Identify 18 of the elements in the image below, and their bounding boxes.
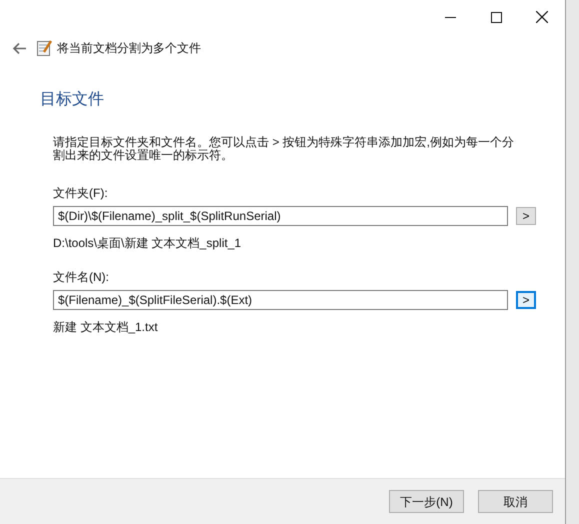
path-preview: 新建 文本文档_1.txt [53, 319, 159, 334]
window-title: 将当前文档分割为多个文件 [57, 40, 201, 57]
minimize-icon [444, 16, 456, 18]
instructions-text: 请指定目标文件夹和文件名。您可以点击 > 按钮为特殊字符串添加加宏,例如为每一个分割出来的文件设置唯一的标示符。 [53, 136, 516, 162]
macro-button[interactable]: > [516, 291, 536, 309]
page-heading: 目标文件 [40, 91, 104, 108]
input-field[interactable]: $(Filename)_$(SplitFileSerial).$(Ext) [53, 290, 508, 310]
notepad-icon [37, 40, 52, 56]
path-preview: D:\tools\桌面\新建 文本文档_split_1 [53, 235, 242, 250]
field-label: 文件夹(F): [53, 185, 109, 200]
macro-button[interactable]: > [516, 207, 536, 225]
close-icon [536, 11, 548, 23]
back-arrow-icon [12, 42, 26, 54]
field-label: 文件名(N): [53, 269, 110, 284]
next-button[interactable]: 下一步(N) [389, 490, 464, 513]
cancel-button[interactable]: 取消 [478, 490, 553, 513]
input-field[interactable]: $(Dir)\$(Filename)_split_$(SplitRunSerial) [53, 206, 508, 226]
maximize-icon [490, 12, 502, 22]
